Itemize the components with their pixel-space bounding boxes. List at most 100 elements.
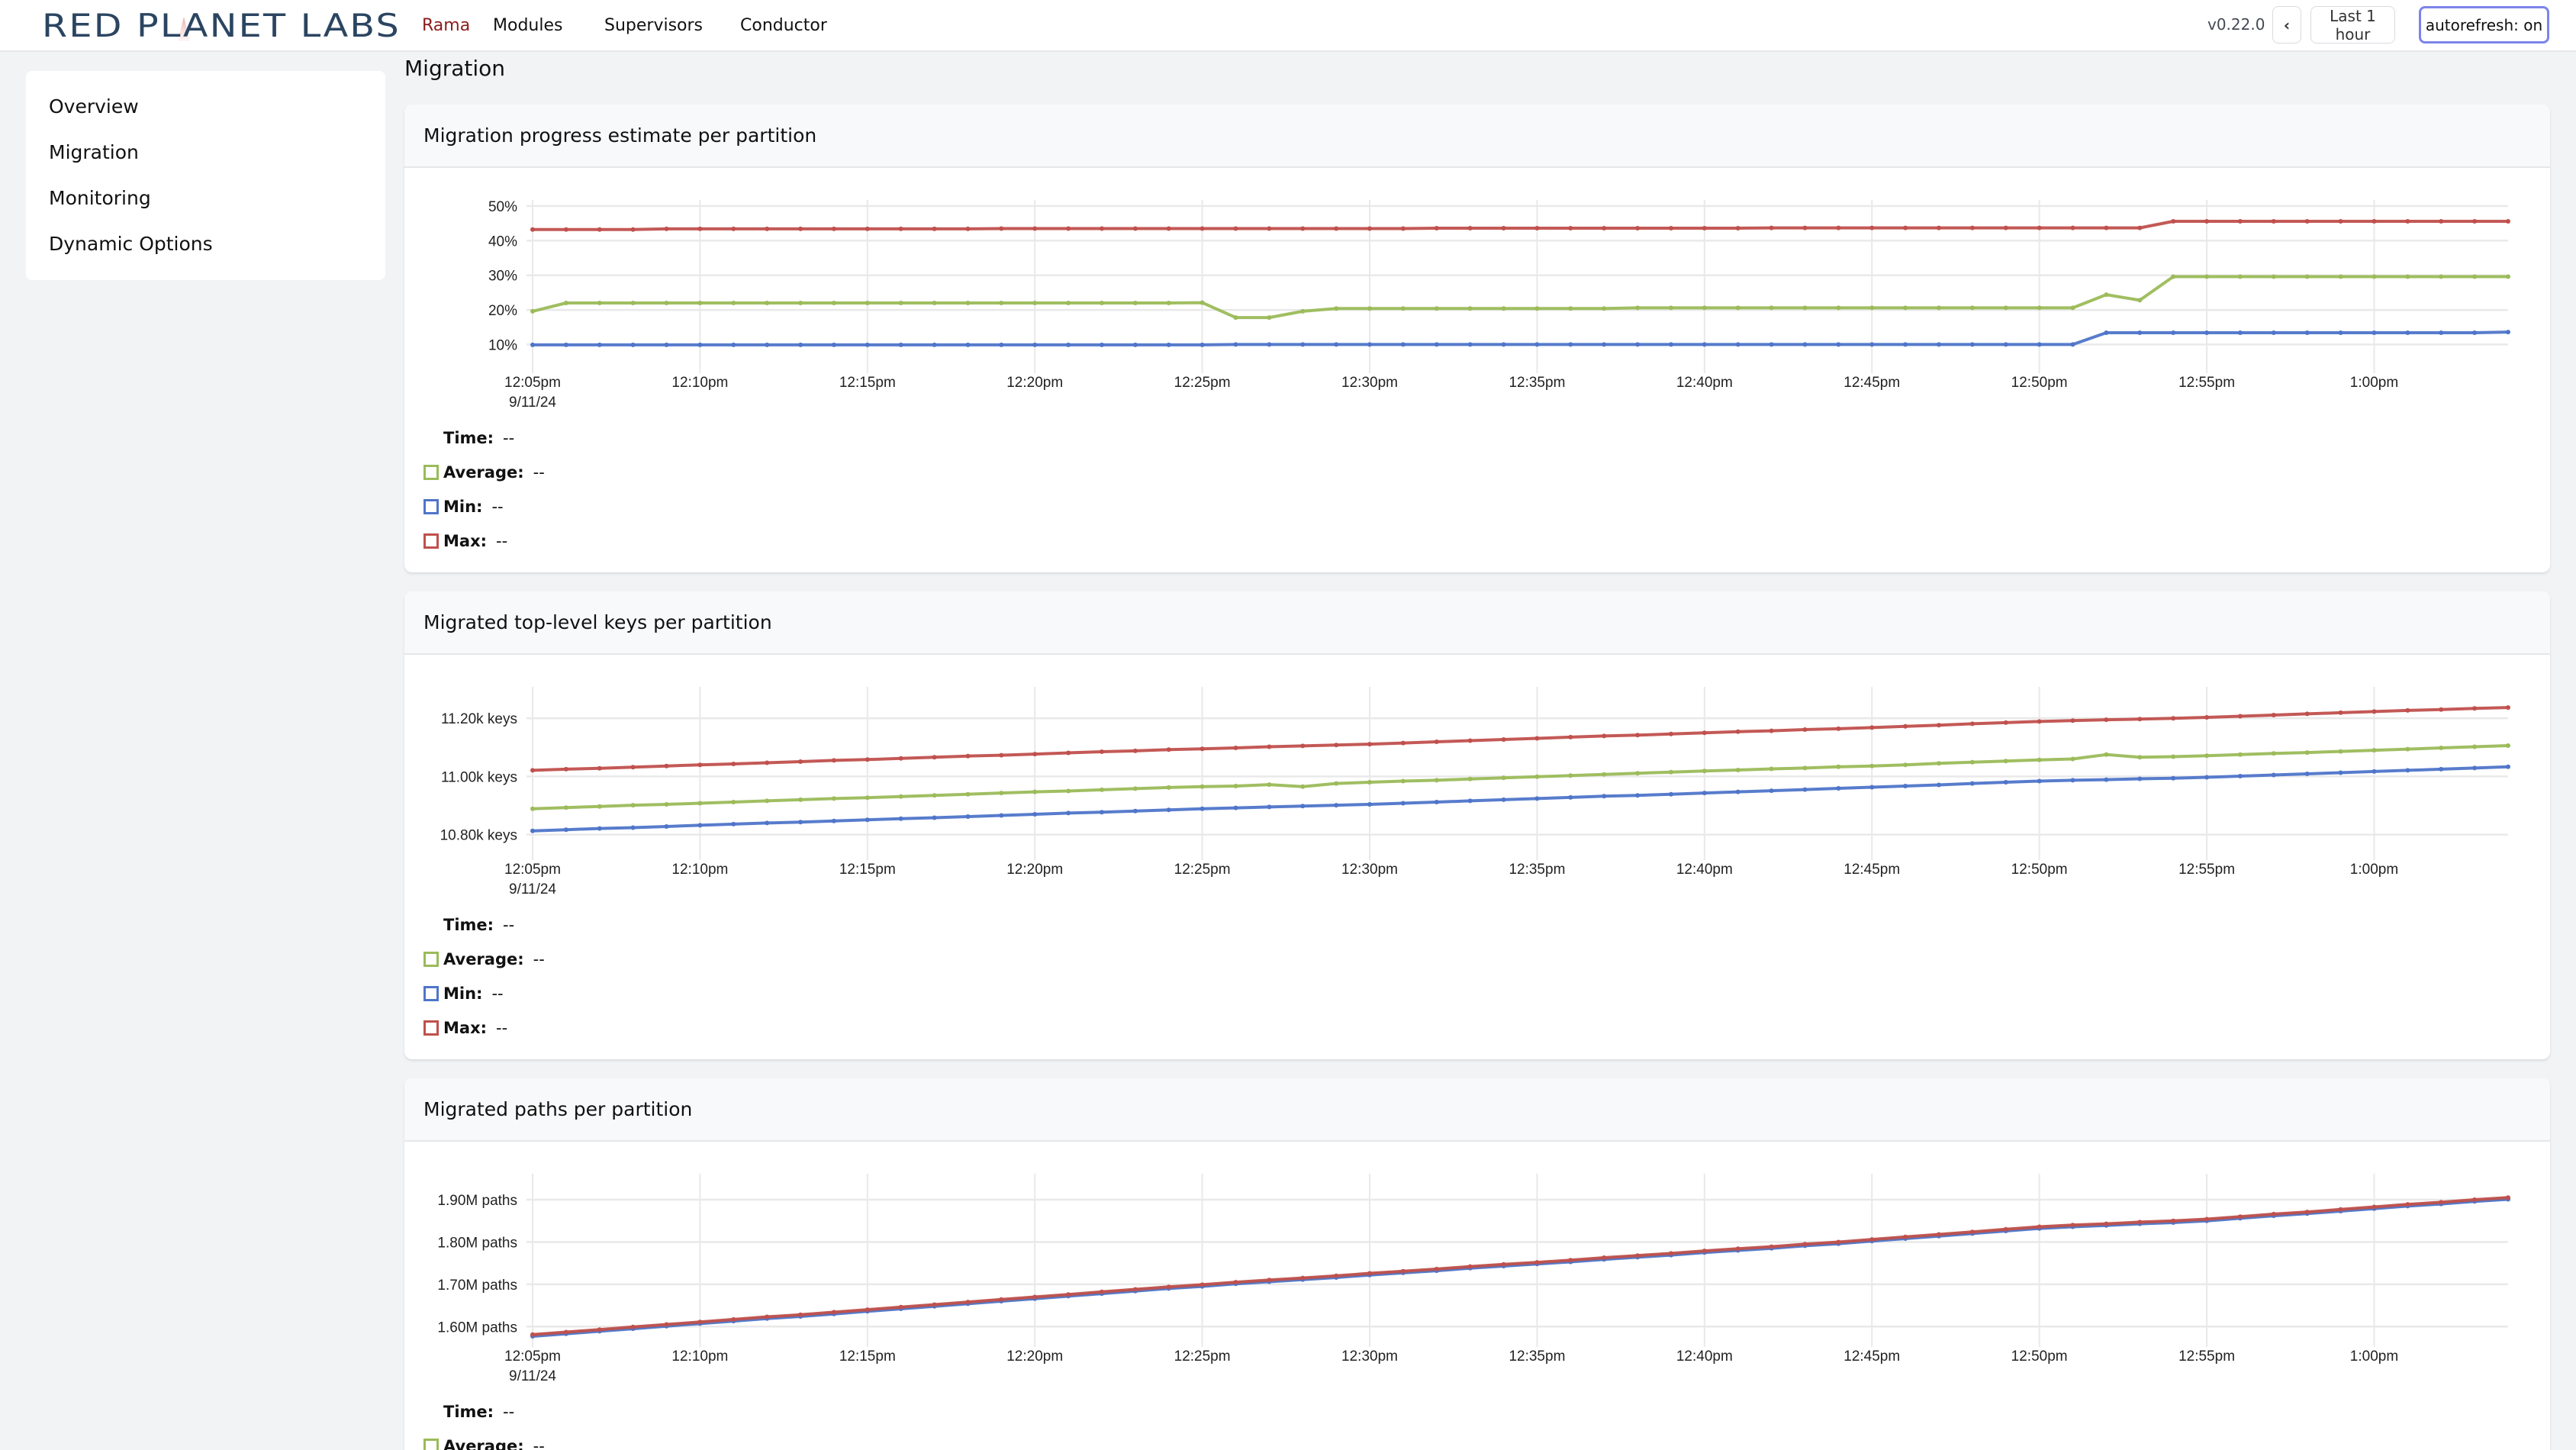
point-max bbox=[2506, 705, 2510, 710]
point-min bbox=[1903, 342, 1908, 347]
point-min bbox=[1233, 805, 1238, 810]
point-min bbox=[2304, 772, 2310, 776]
sidebar-item-dynamic-options[interactable]: Dynamic Options bbox=[49, 233, 213, 255]
point-max bbox=[1467, 1264, 1473, 1269]
point-max bbox=[2037, 225, 2042, 230]
point-max bbox=[1635, 226, 1641, 230]
point-average bbox=[2104, 752, 2109, 757]
point-max bbox=[2171, 219, 2176, 224]
point-min bbox=[1735, 342, 1740, 347]
point-min bbox=[1836, 786, 1841, 791]
point-average bbox=[1869, 305, 1875, 311]
point-average bbox=[1199, 784, 1205, 789]
progress-chart[interactable]: 12:05pm 9/11/24 12:10pm 12:15pm 12:20pm 12:25… bbox=[404, 168, 2550, 420]
legend-average: Average: -- bbox=[423, 942, 545, 976]
point-max bbox=[1635, 1253, 1641, 1258]
time-range-button[interactable]: Last 1 hour bbox=[2310, 6, 2395, 44]
point-max bbox=[1334, 1273, 1339, 1278]
sidebar-item-monitoring[interactable]: Monitoring bbox=[49, 187, 151, 209]
point-average bbox=[1836, 305, 1841, 311]
point-average bbox=[1669, 769, 1673, 775]
chart-card-paths: Migrated paths per partition 12:05pm 9/11… bbox=[404, 1078, 2550, 1450]
point-max bbox=[1434, 226, 1439, 230]
point-average bbox=[2304, 274, 2310, 279]
point-average bbox=[1735, 305, 1740, 311]
point-average bbox=[1702, 768, 1707, 774]
point-average bbox=[1534, 306, 1540, 311]
legend-max: Max: -- bbox=[423, 1010, 545, 1045]
point-max bbox=[932, 755, 937, 760]
point-min bbox=[1602, 342, 1607, 347]
time-back-button[interactable]: ‹ bbox=[2272, 6, 2301, 44]
point-average bbox=[1066, 301, 1071, 305]
point-min bbox=[2338, 330, 2343, 335]
point-average bbox=[2405, 746, 2410, 752]
nav-conductor[interactable]: Conductor bbox=[740, 16, 827, 35]
point-max bbox=[2137, 717, 2143, 722]
y-tick-label: 1.90M paths bbox=[437, 1193, 517, 1209]
point-max bbox=[1802, 727, 1808, 732]
point-max bbox=[1969, 721, 1975, 727]
series-max bbox=[530, 219, 2510, 232]
point-average bbox=[2037, 757, 2042, 762]
point-min bbox=[1769, 342, 1774, 347]
point-average bbox=[563, 805, 568, 810]
point-average bbox=[1367, 780, 1372, 785]
point-average bbox=[1066, 788, 1071, 794]
point-average bbox=[1534, 774, 1540, 779]
point-max bbox=[664, 226, 669, 231]
point-max bbox=[965, 753, 971, 759]
card-header: Migrated paths per partition bbox=[404, 1078, 2550, 1142]
point-max bbox=[2037, 719, 2042, 724]
point-average bbox=[1568, 306, 1573, 311]
point-min bbox=[1434, 342, 1439, 347]
sidebar-item-migration[interactable]: Migration bbox=[49, 141, 139, 163]
legend-time: Time: -- bbox=[423, 1394, 545, 1429]
x-tick-label: 12:15pm bbox=[839, 375, 896, 391]
sidebar: Overview Migration Monitoring Dynamic Op… bbox=[26, 71, 385, 280]
legend-value: -- bbox=[503, 428, 515, 447]
point-max bbox=[1869, 225, 1875, 230]
red-planet-labs-logo[interactable]: RED PLANET LABS bbox=[42, 8, 402, 41]
point-min bbox=[1669, 791, 1673, 797]
nav-supervisors[interactable]: Supervisors bbox=[604, 16, 703, 35]
point-average bbox=[2472, 744, 2478, 749]
point-average bbox=[1702, 305, 1707, 311]
point-average bbox=[1869, 763, 1875, 768]
point-min bbox=[1836, 342, 1841, 347]
point-min bbox=[2003, 342, 2008, 347]
point-average bbox=[1501, 775, 1506, 781]
point-average bbox=[2271, 274, 2276, 279]
point-max bbox=[932, 1302, 937, 1307]
point-max bbox=[1568, 1258, 1573, 1263]
point-min bbox=[2104, 330, 2109, 335]
point-max bbox=[1534, 1260, 1540, 1265]
paths-chart[interactable]: 12:05pm 9/11/24 12:10pm 12:15pm 12:20pm 12:25… bbox=[404, 1142, 2550, 1394]
point-average bbox=[2506, 743, 2510, 748]
point-max bbox=[898, 1304, 903, 1310]
x-tick-label: 12:20pm bbox=[1006, 862, 1063, 878]
point-max bbox=[2104, 717, 2109, 723]
point-average bbox=[1100, 787, 1104, 792]
keys-chart[interactable]: 12:05pm 9/11/24 12:10pm 12:15pm 12:20pm 12:25… bbox=[404, 655, 2550, 907]
autorefresh-toggle[interactable]: autorefresh: on bbox=[2419, 6, 2549, 44]
point-min bbox=[898, 342, 903, 347]
nav-modules[interactable]: Modules bbox=[493, 16, 562, 35]
nav-rama[interactable]: Rama bbox=[422, 16, 470, 35]
point-min bbox=[1903, 784, 1908, 788]
legend-label: Average: bbox=[443, 949, 524, 968]
point-min bbox=[1400, 342, 1406, 347]
point-min bbox=[2171, 775, 2176, 781]
x-tick-label: 12:15pm bbox=[839, 1348, 896, 1365]
point-max bbox=[999, 1297, 1004, 1302]
point-min bbox=[563, 827, 568, 833]
point-average bbox=[563, 301, 568, 305]
point-max bbox=[597, 1327, 602, 1332]
point-max bbox=[1702, 730, 1707, 736]
point-min bbox=[1467, 342, 1473, 347]
sidebar-item-overview[interactable]: Overview bbox=[49, 95, 139, 118]
point-min bbox=[1568, 794, 1573, 800]
point-average bbox=[664, 301, 669, 305]
point-min bbox=[2405, 330, 2410, 335]
y-tick-label: 1.60M paths bbox=[437, 1320, 517, 1336]
